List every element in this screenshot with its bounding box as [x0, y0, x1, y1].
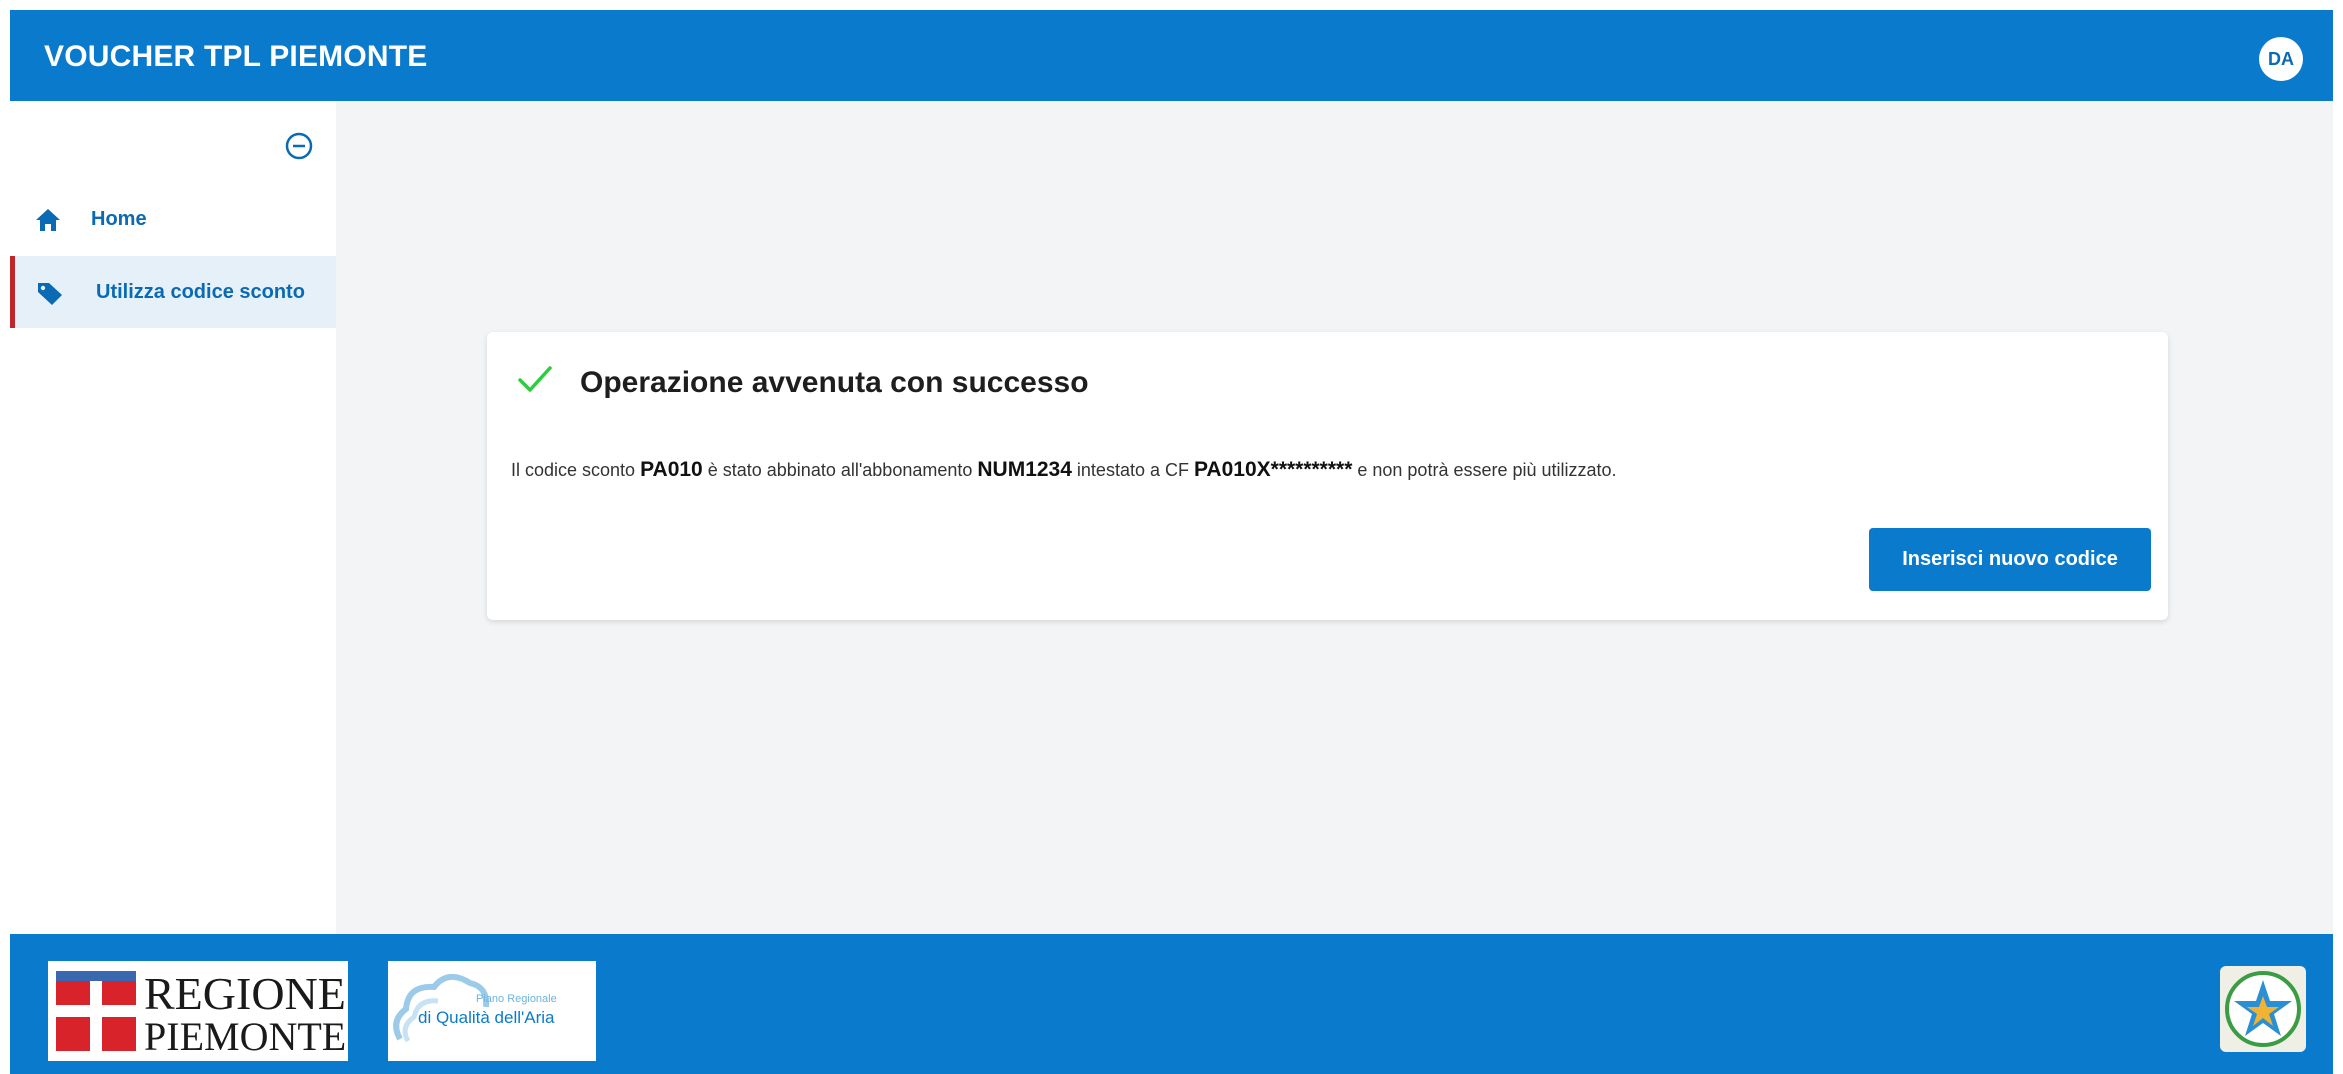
sidebar-item-label: Utilizza codice sconto [96, 280, 305, 303]
logo-text: PIEMONTE [144, 1014, 347, 1059]
new-code-button[interactable]: Inserisci nuovo codice [1869, 528, 2151, 591]
sidebar-item-label: Home [91, 207, 147, 230]
message-text: e non potrà essere più utilizzato. [1352, 460, 1617, 480]
app-title: VOUCHER TPL PIEMONTE [44, 40, 428, 73]
footer: REGIONE PIEMONTE Piano Regionale di Qual… [10, 934, 2333, 1074]
piemonte-flag-icon [56, 971, 136, 1051]
star-icon [2225, 971, 2301, 1047]
success-card: Operazione avvenuta con successo Il codi… [487, 332, 2168, 620]
top-bar: VOUCHER TPL PIEMONTE DA [10, 10, 2333, 101]
message-text: Il codice sconto [511, 460, 641, 480]
sidebar: Home Utilizza codice sconto [10, 101, 336, 944]
message-text: è stato abbinato all'abbonamento [702, 460, 978, 480]
minus-circle-icon [285, 132, 313, 160]
sidebar-item-home[interactable]: Home [10, 183, 336, 255]
home-icon [36, 209, 60, 231]
discount-code: PA010 [640, 458, 703, 481]
subscription-number: NUM1234 [977, 458, 1072, 481]
piano-aria-logo[interactable]: Piano Regionale di Qualità dell'Aria [388, 961, 596, 1061]
app-frame: VOUCHER TPL PIEMONTE DA Home Utilizza co… [10, 10, 2333, 1074]
fiscal-code: PA010X********** [1193, 458, 1353, 481]
logo-text: Piano Regionale [476, 993, 557, 1005]
regione-piemonte-logo[interactable]: REGIONE PIEMONTE [48, 961, 348, 1061]
user-avatar[interactable]: DA [2259, 37, 2303, 81]
tag-icon [38, 283, 62, 305]
check-icon [518, 366, 552, 392]
success-message: Il codice sconto PA010 è stato abbinato … [511, 458, 1617, 482]
collapse-sidebar-button[interactable] [281, 128, 317, 164]
message-text: intestato a CF [1071, 460, 1194, 480]
star-logo[interactable] [2220, 966, 2306, 1052]
sidebar-item-utilizza-codice-sconto[interactable]: Utilizza codice sconto [10, 256, 336, 328]
success-title: Operazione avvenuta con successo [580, 366, 1089, 399]
logo-text: di Qualità dell'Aria [418, 1008, 555, 1027]
